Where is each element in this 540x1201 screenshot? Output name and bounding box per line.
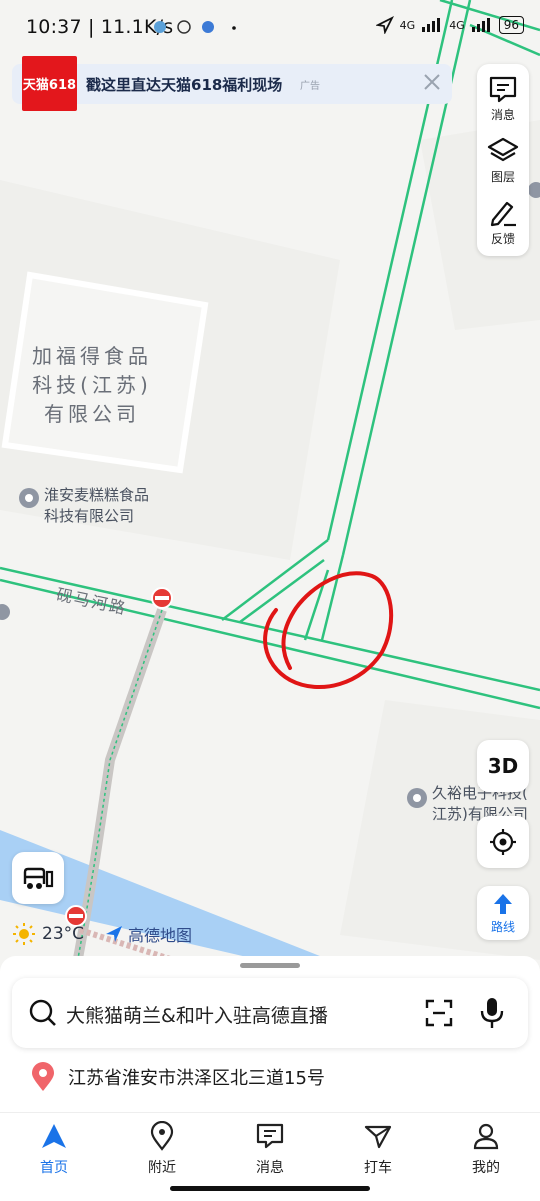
amap-logo-icon — [106, 926, 122, 942]
crosshair-icon — [490, 829, 516, 855]
status-indicators: 4G 4G 96 — [375, 16, 524, 34]
signal-1-label: 4G — [399, 18, 416, 32]
tab-messages-label: 消息 — [256, 1160, 284, 1176]
amap-brand: 高德地图 — [104, 922, 192, 946]
location-pin-icon — [32, 1062, 54, 1091]
tab-messages[interactable]: 消息 — [230, 1121, 310, 1177]
signal-2-label: 4G — [449, 18, 465, 32]
building-label: 加福得食品 科技(江苏) 有限公司 — [32, 344, 152, 426]
map-tools-panel: 消息 图层 反馈 — [477, 64, 529, 256]
locate-button[interactable] — [477, 816, 529, 868]
feedback-button[interactable]: 反馈 — [477, 192, 529, 252]
tab-home[interactable]: 首页 — [14, 1121, 94, 1177]
pencil-icon — [490, 201, 516, 227]
search-placeholder: 大熊猫萌兰&和叶入驻高德直播 — [66, 1005, 328, 1027]
tab-nearby-label: 附近 — [148, 1160, 176, 1176]
current-address[interactable]: 江苏省淮安市洪泽区北三道15号 — [30, 1062, 325, 1092]
signal-icon — [422, 18, 441, 32]
temperature: 23°C — [42, 924, 85, 944]
status-app-icons — [152, 18, 242, 40]
user-icon — [473, 1123, 499, 1150]
messages-button[interactable]: 消息 — [477, 68, 529, 128]
search-bar[interactable]: 大熊猫萌兰&和叶入驻高德直播 — [12, 978, 528, 1048]
home-navigation-icon — [42, 1124, 66, 1148]
car-mode-button[interactable] — [12, 852, 64, 904]
tab-profile[interactable]: 我的 — [446, 1121, 526, 1177]
3d-button[interactable]: 3D — [477, 740, 529, 792]
taxi-icon — [364, 1125, 392, 1149]
tab-nearby[interactable]: 附近 — [122, 1121, 202, 1177]
weather-widget[interactable]: 23°C — [12, 922, 84, 946]
signal-icon — [471, 18, 490, 32]
microphone-icon[interactable] — [478, 996, 506, 1030]
home-indicator — [170, 1186, 370, 1191]
route-label: 路线 — [490, 919, 515, 934]
sheet-handle[interactable] — [240, 963, 300, 968]
messages-label: 消息 — [490, 108, 515, 122]
poi-label[interactable]: 淮安麦糕糕食品 科技有限公司 — [44, 484, 149, 526]
layers-label: 图层 — [490, 170, 515, 184]
poi-pin-icon — [407, 788, 427, 808]
location-arrow-icon — [375, 16, 394, 34]
poi-pin-icon — [19, 488, 39, 508]
route-button[interactable]: 路线 — [477, 886, 529, 940]
layers-button[interactable]: 图层 — [477, 130, 529, 190]
no-entry-icon — [151, 587, 173, 609]
ad-banner[interactable]: 天猫618 戳这里直达天猫618福利现场 广告 — [12, 56, 452, 111]
status-bar: 10:37 | 11.1K/s 4G 4G 96 — [0, 0, 540, 56]
banner-text: 戳这里直达天猫618福利现场 — [86, 76, 283, 94]
sun-icon — [13, 923, 35, 945]
nearby-pin-icon — [150, 1121, 174, 1151]
tab-taxi[interactable]: 打车 — [338, 1121, 418, 1177]
route-arrow-icon — [494, 893, 512, 914]
brand-text: 高德地图 — [128, 926, 193, 945]
tmall-logo: 天猫618 — [22, 56, 77, 111]
tab-home-label: 首页 — [40, 1160, 68, 1176]
message-icon — [256, 1123, 284, 1149]
close-icon[interactable] — [420, 70, 444, 94]
scan-icon[interactable] — [424, 998, 454, 1028]
message-icon — [489, 76, 517, 103]
ad-tag: 广告 — [300, 81, 320, 92]
car-icon — [23, 867, 54, 889]
search-icon — [29, 999, 56, 1026]
address-text: 江苏省淮安市洪泽区北三道15号 — [68, 1068, 325, 1089]
tab-taxi-label: 打车 — [364, 1160, 392, 1176]
tab-profile-label: 我的 — [472, 1160, 500, 1176]
feedback-label: 反馈 — [490, 232, 515, 246]
layers-icon — [487, 137, 519, 162]
battery-icon: 96 — [498, 16, 524, 34]
